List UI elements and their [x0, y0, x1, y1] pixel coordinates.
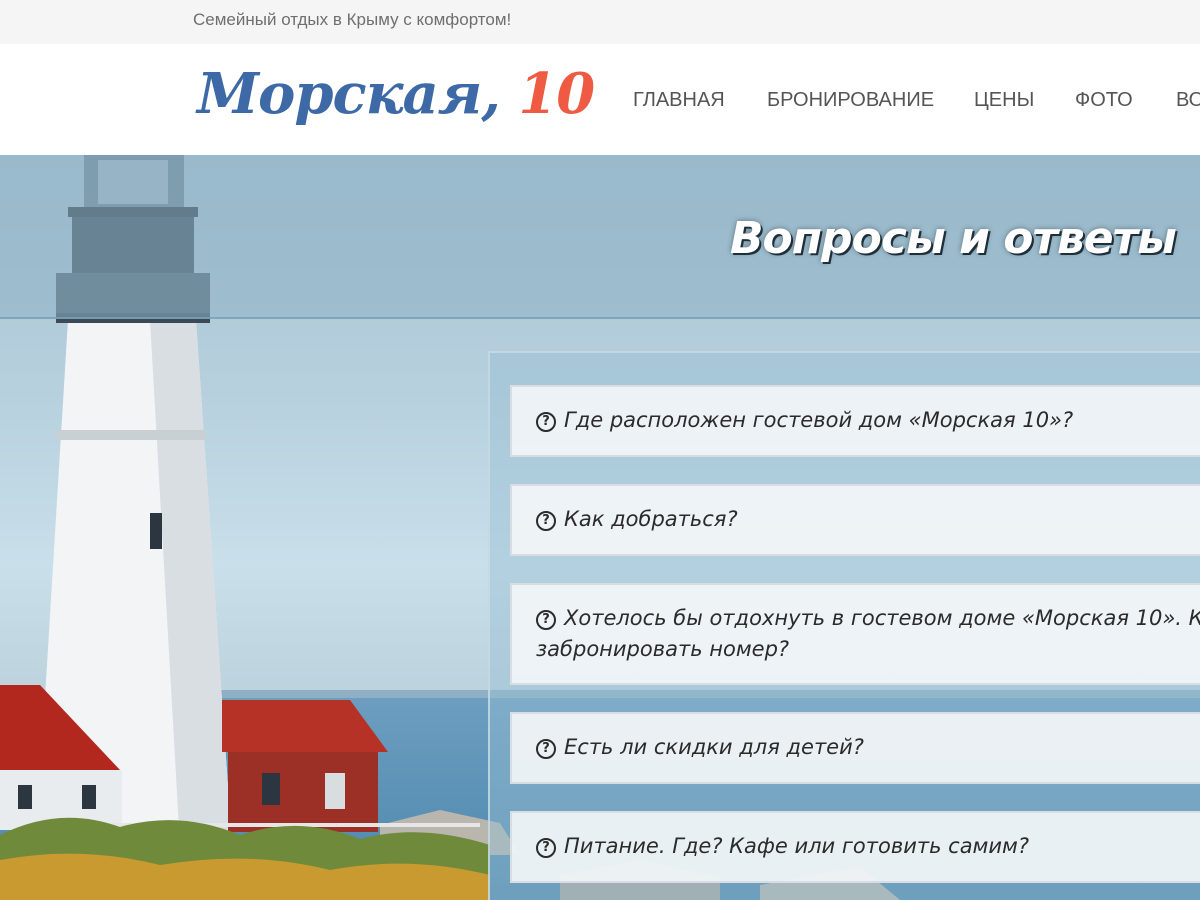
question-circle-icon: ?: [536, 739, 556, 759]
nav-item-prices[interactable]: ЦЕНЫ: [974, 89, 1034, 112]
faq-question[interactable]: ? Есть ли скидки для детей?: [536, 732, 864, 763]
faq-question[interactable]: ? Где расположен гостевой дом «Морская 10…: [536, 405, 1073, 436]
nav-item-home[interactable]: ГЛАВНАЯ: [633, 89, 725, 112]
top-bar: Семейный отдых в Крыму с комфортом!: [0, 0, 1200, 44]
question-circle-icon: ?: [536, 610, 556, 630]
question-circle-icon: ?: [536, 412, 556, 432]
nav-item-booking[interactable]: БРОНИРОВАНИЕ: [767, 89, 934, 112]
faq-question[interactable]: ? Питание. Где? Кафе или готовить самим?: [536, 831, 1029, 862]
page-title: Вопросы и ответы: [730, 213, 1177, 264]
title-band: Вопросы и ответы: [0, 155, 1200, 319]
tagline: Семейный отдых в Крыму с комфортом!: [193, 10, 512, 29]
logo-text: Морская,: [197, 61, 501, 127]
question-circle-icon: ?: [536, 511, 556, 531]
logo-number: 10: [518, 61, 595, 127]
faq-question[interactable]: ? Хотелось бы отдохнуть в гостевом доме «…: [536, 603, 1200, 665]
site-header: Морская, 10 ГЛАВНАЯ БРОНИРОВАНИЕ ЦЕНЫ ФО…: [0, 44, 1200, 155]
faq-question[interactable]: ? Как добраться?: [536, 504, 738, 535]
site-logo[interactable]: Морская, 10: [197, 61, 595, 127]
nav-item-questions[interactable]: ВО: [1176, 89, 1200, 112]
question-circle-icon: ?: [536, 838, 556, 858]
nav-item-photo[interactable]: ФОТО: [1075, 89, 1133, 112]
